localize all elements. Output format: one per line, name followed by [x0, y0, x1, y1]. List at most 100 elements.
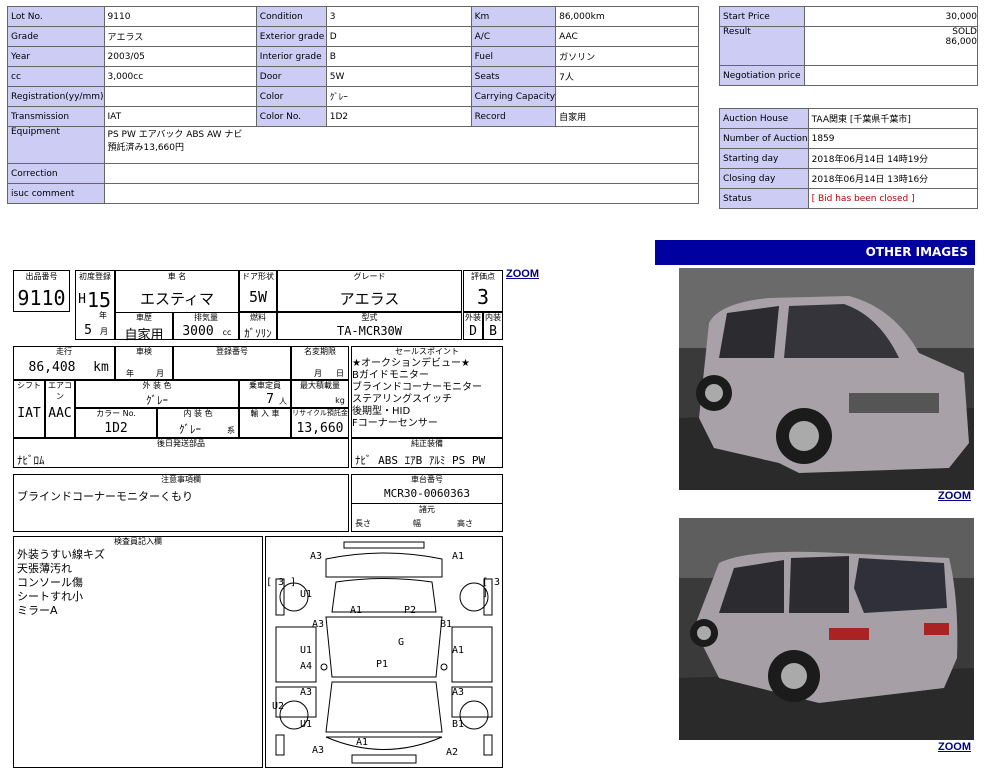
- sheet-shaken-m: 月: [156, 369, 164, 378]
- sales-point: Bガイドモニター: [352, 370, 429, 381]
- sheet-tsuki: 月: [100, 327, 108, 336]
- status-value: [ Bid has been closed ]: [807, 188, 979, 209]
- info-value: ｸﾞﾚｰ: [325, 86, 472, 107]
- car-rear-image: [679, 518, 974, 740]
- sheet-inspector-header: 検査員記入欄: [114, 537, 162, 546]
- sheet-notes-value: ブラインドコーナーモニターくもり: [17, 490, 193, 503]
- info-value: 2003/05: [103, 46, 257, 67]
- result-value: SOLD 86,000: [803, 26, 979, 66]
- sheet-capacity-value: 7: [266, 392, 274, 407]
- zoom-link-sheet[interactable]: ZOOM: [506, 268, 539, 280]
- sheet-ext-value: D: [469, 324, 477, 339]
- info-value: 9110: [103, 6, 257, 27]
- sheet-meigi-d: 日: [336, 369, 344, 378]
- result-price: 86,000: [945, 37, 978, 47]
- sheet-dims-header: 諸元: [351, 503, 503, 515]
- sales-point: 後期型・HID: [352, 406, 411, 417]
- sheet-import-header: 輸 入 車: [250, 409, 280, 418]
- info-label: Condition: [255, 6, 327, 27]
- sheet-displacement-header: 排気量: [194, 313, 218, 322]
- sheet-score-value: 3: [476, 285, 490, 309]
- info-label: Seats: [470, 66, 557, 87]
- damage-mark: A3: [312, 619, 325, 630]
- sheet-km-value: 86,408: [28, 360, 76, 375]
- sheet-extcolor-value: ｸﾞﾚｰ: [146, 394, 168, 407]
- info-value: [103, 86, 257, 107]
- damage-mark: B1: [440, 619, 453, 630]
- sheet-ext-header: 外装: [465, 313, 481, 322]
- damage-mark: [ 3 ]: [482, 577, 501, 599]
- sheet-colorno-value: 1D2: [104, 421, 128, 436]
- damage-mark: U1: [300, 719, 313, 730]
- damage-mark: P2: [404, 605, 417, 616]
- sheet-km-unit: km: [93, 360, 109, 375]
- info-row: Year 2003/05 Interior grade B Fuel ガソリン: [7, 46, 699, 67]
- damage-mark: A1: [452, 551, 465, 562]
- inspector-note: 外装うすい線キズ: [17, 548, 105, 561]
- info-label: Km: [470, 6, 557, 27]
- sheet-load-header: 最大積載量: [300, 381, 340, 390]
- sheet-year: 15: [86, 288, 112, 312]
- damage-mark: A2: [446, 747, 459, 758]
- damage-mark: P1: [376, 659, 389, 670]
- inspector-note: シートすれ小: [17, 590, 83, 603]
- sheet-shaken-header: 車検: [136, 347, 152, 356]
- info-row: Registration(yy/mm) Color ｸﾞﾚｰ Carrying Cap…: [7, 86, 699, 107]
- sheet-recycle-value: 13,660: [296, 421, 344, 436]
- auction-number-value: 1859: [807, 128, 979, 149]
- sheet-intcolor-value: ｸﾞﾚｰ: [179, 423, 201, 436]
- sheet-lot-header: 出品番号: [25, 272, 58, 281]
- sheet-length: 長さ: [355, 519, 371, 528]
- equipment-label: Equipment: [7, 126, 105, 164]
- sheet-parts-header: 後日発送部品: [157, 439, 205, 448]
- sheet-int-header: 内装: [485, 313, 501, 322]
- sheet-extcolor-header: 外 装 色: [142, 381, 172, 390]
- sheet-fuel-header: 燃料: [250, 313, 266, 322]
- sheet-chassis-value: MCR30-0060363: [383, 487, 471, 500]
- zoom-link-photo-1[interactable]: ZOOM: [938, 490, 971, 502]
- sheet-ac-value: AAC: [48, 406, 72, 421]
- sheet-name-header: 車 名: [167, 272, 187, 281]
- car-photo-rear[interactable]: [679, 518, 974, 740]
- sheet-intcolor-unit: 系: [227, 426, 235, 435]
- sheet-score-header: 評価点: [471, 272, 495, 281]
- damage-mark: A3: [312, 745, 325, 756]
- sheet-load-unit: kg: [335, 396, 345, 405]
- other-images-header: OTHER IMAGES: [655, 240, 975, 265]
- auction-number-label: Number of Auction: [719, 128, 809, 149]
- sheet-sales-list: ★オークションデビュー★ Bガイドモニター ブラインドコーナーモニター ステアリングス…: [352, 358, 502, 430]
- info-label: Transmission: [7, 106, 105, 127]
- info-label: Color No.: [255, 106, 327, 127]
- damage-mark: U1: [300, 589, 313, 600]
- sheet-sales-header: セールスポイント: [395, 347, 459, 356]
- status-label: Status: [719, 188, 809, 209]
- starting-day-label: Starting day: [719, 148, 809, 169]
- info-label: A/C: [470, 26, 557, 47]
- info-label: Year: [7, 46, 105, 67]
- info-value: 7人: [555, 66, 699, 87]
- damage-mark: A1: [350, 605, 363, 616]
- damage-mark: [ 3 ]: [266, 577, 297, 588]
- sheet-model-value: TA-MCR30W: [336, 324, 403, 338]
- info-value: D: [325, 26, 472, 47]
- sheet-capacity-unit: 人: [279, 397, 287, 406]
- closing-day-label: Closing day: [719, 168, 809, 189]
- car-photo-front[interactable]: [679, 268, 974, 490]
- sheet-chassis-header: 車台番号: [411, 475, 443, 484]
- sheet-meigi-header: 名変期限: [304, 347, 336, 356]
- damage-mark: A1: [452, 645, 465, 656]
- isuc-comment-label: isuc comment: [7, 183, 105, 204]
- sheet-nen: 年: [99, 311, 107, 320]
- info-value: [555, 86, 699, 107]
- sheet-width: 幅: [413, 519, 421, 528]
- zoom-link-photo-2[interactable]: ZOOM: [938, 741, 971, 753]
- auction-house-label: Auction House: [719, 108, 809, 129]
- sheet-meigi-m: 月: [314, 369, 322, 378]
- info-row: Grade アエラス Exterior grade D A/C AAC: [7, 26, 699, 47]
- sheet-diagram-cell: A3 A1[ 3 ][ 3 ] U1 A1 P2 B1 A3 G U1 A4 P1 A1 A3 A3 U2 U…: [265, 536, 503, 768]
- info-row: Lot No. 9110 Condition 3 Km 86,000km: [7, 6, 699, 27]
- info-value: 3: [325, 6, 472, 27]
- sheet-shaken-y: 年: [126, 369, 134, 378]
- sales-point: ★オークションデビュー★: [352, 358, 470, 369]
- sheet-int-value: B: [489, 324, 497, 339]
